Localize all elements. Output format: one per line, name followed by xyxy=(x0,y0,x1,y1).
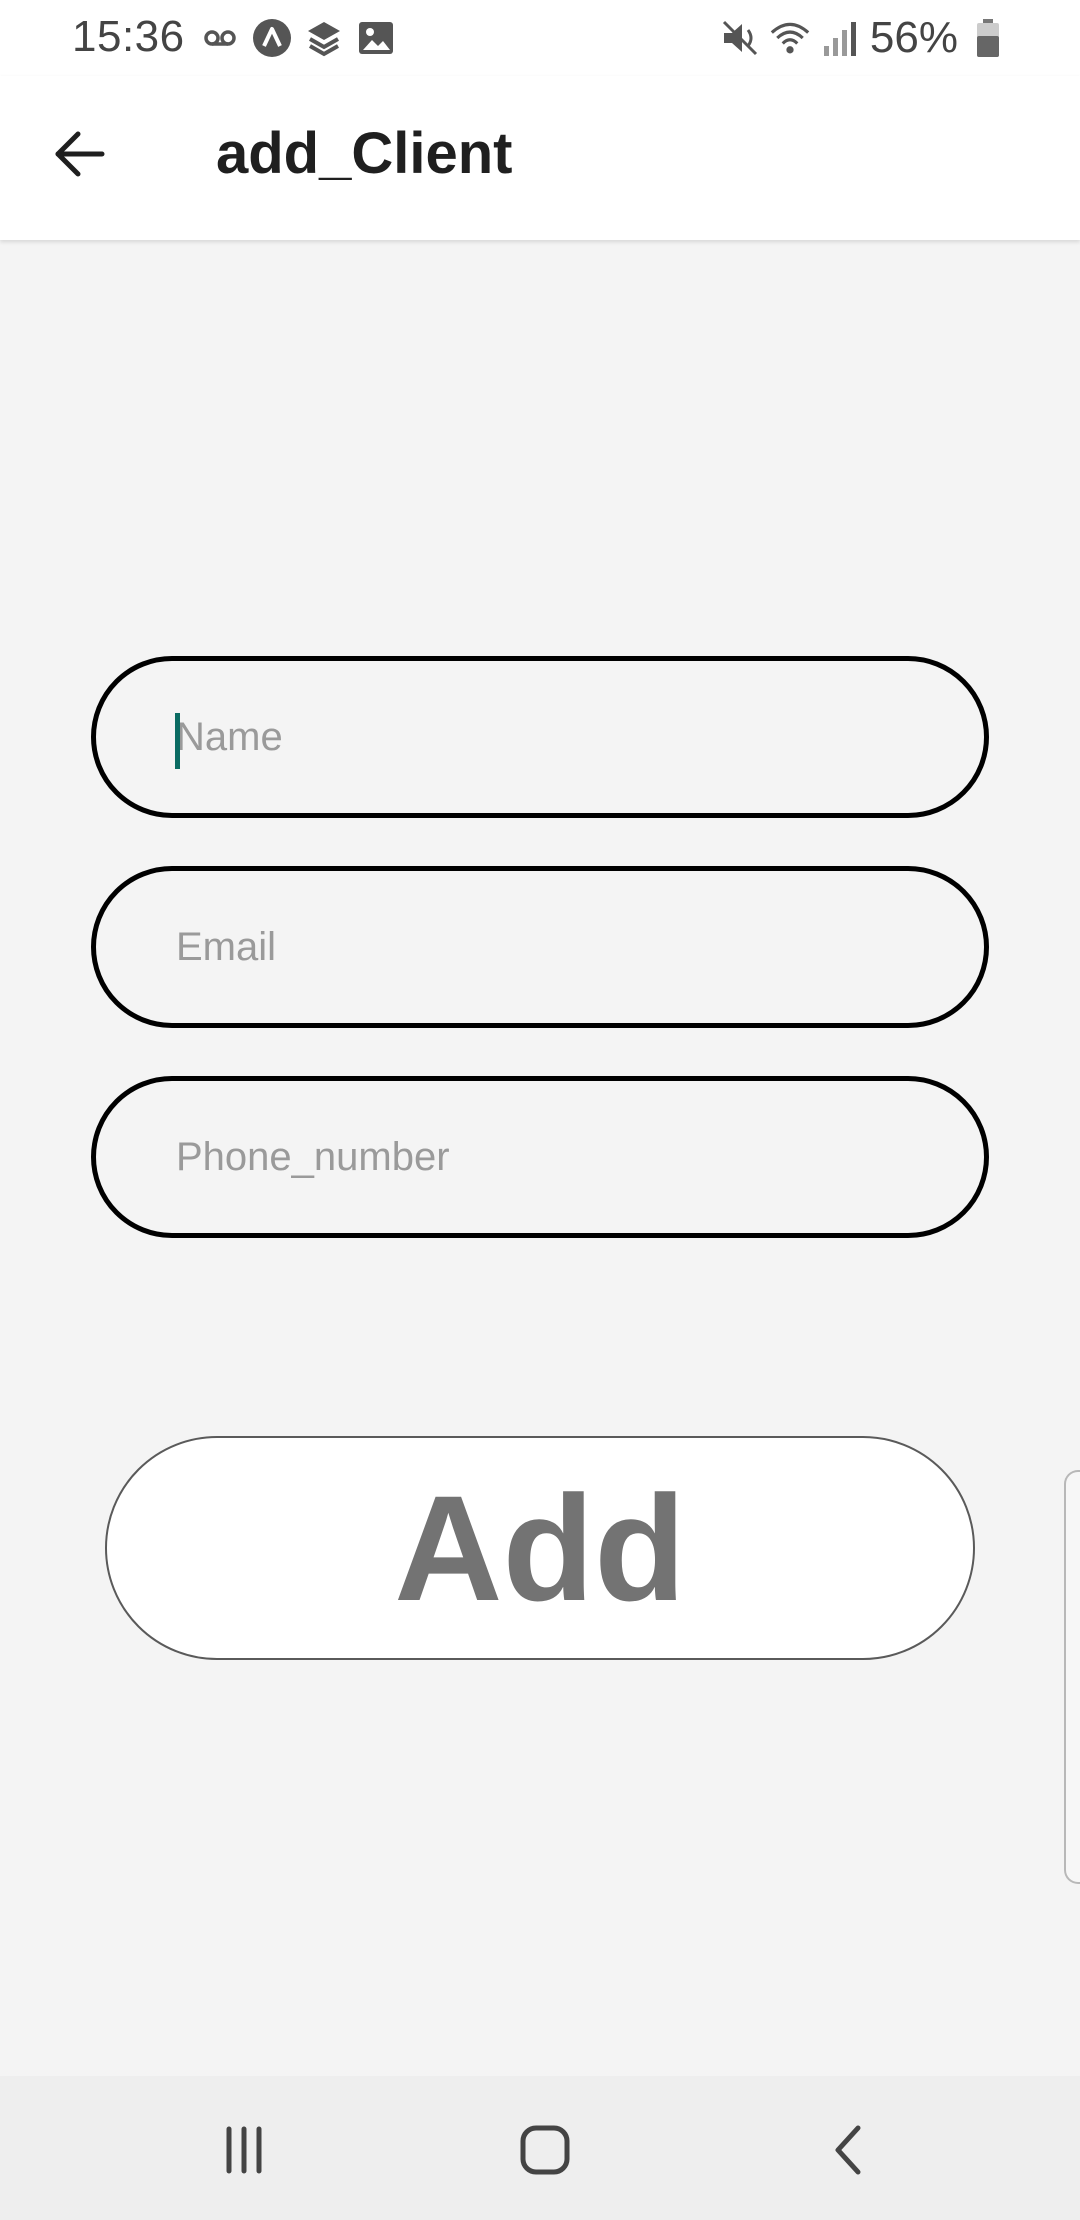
add-button[interactable]: Add xyxy=(105,1436,975,1660)
edge-panel-handle[interactable] xyxy=(1064,1470,1080,1884)
recent-apps-icon xyxy=(219,2125,269,2180)
add-button-label: Add xyxy=(394,1463,686,1632)
navigation-bar xyxy=(0,2076,1080,2220)
image-icon xyxy=(356,18,396,58)
email-field[interactable] xyxy=(91,866,989,1028)
status-right: 56% xyxy=(720,12,1008,64)
back-icon xyxy=(828,2124,868,2181)
phone-field[interactable] xyxy=(91,1076,989,1238)
app-bar: add_Client xyxy=(0,76,1080,240)
page-title: add_Client xyxy=(216,121,513,186)
system-back-button[interactable] xyxy=(798,2102,898,2202)
status-bar: 15:36 56% xyxy=(0,0,1080,76)
email-input[interactable] xyxy=(176,871,896,1023)
back-button[interactable] xyxy=(38,114,122,198)
mute-icon xyxy=(720,18,760,58)
app-a-icon xyxy=(252,18,292,58)
wifi-icon xyxy=(770,18,810,58)
name-field[interactable] xyxy=(91,656,989,818)
home-button[interactable] xyxy=(495,2102,595,2202)
recent-apps-button[interactable] xyxy=(194,2102,294,2202)
battery-percent: 56% xyxy=(869,13,958,62)
status-left-icons xyxy=(200,14,396,62)
battery-icon xyxy=(968,18,1008,58)
status-time: 15:36 xyxy=(72,12,185,61)
text-caret xyxy=(175,713,180,769)
voicemail-icon xyxy=(200,18,240,58)
phone-number-input[interactable] xyxy=(176,1081,896,1233)
signal-icon xyxy=(820,18,860,58)
screen: 15:36 56% add_Client Name Email Phone_nu… xyxy=(0,0,1080,2220)
arrow-left-icon xyxy=(52,126,108,187)
home-icon xyxy=(519,2124,571,2181)
layers-icon xyxy=(304,18,344,58)
name-input[interactable] xyxy=(176,661,896,813)
